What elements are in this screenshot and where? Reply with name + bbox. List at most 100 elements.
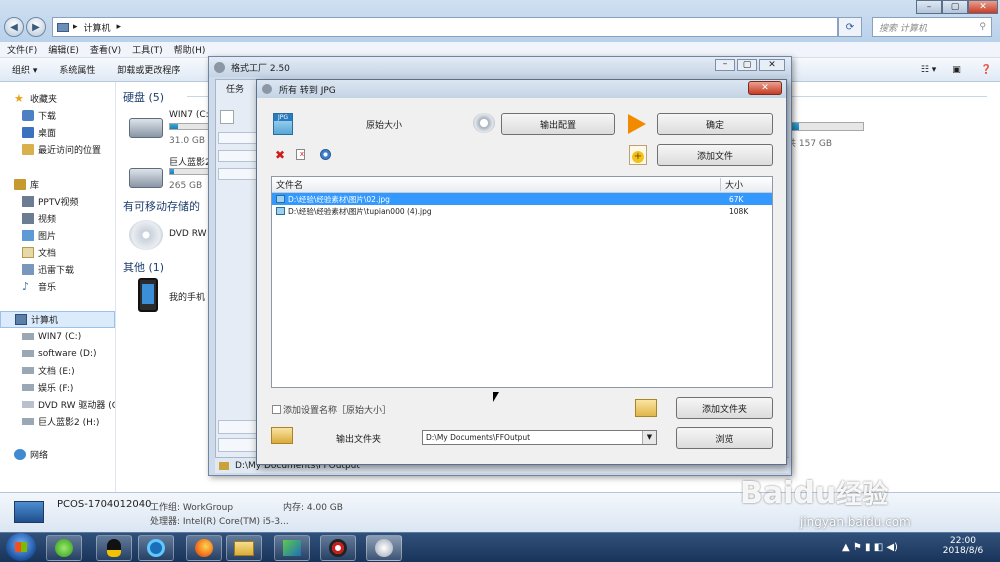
sidebar-item-network[interactable]: 网络 — [0, 446, 115, 463]
output-folder-select[interactable]: D:\My Documents\FFOutput ▼ — [422, 430, 657, 445]
phone-label[interactable]: 我的手机 — [169, 290, 205, 303]
ff-category-audio[interactable] — [218, 150, 258, 162]
add-setting-name-option[interactable]: 添加设置名称［原始大小］ — [272, 403, 391, 416]
sidebar-item-recent[interactable]: 最近访问的位置 — [0, 141, 115, 158]
sidebar-item-computer[interactable]: 计算机 — [0, 311, 115, 328]
tray-icons[interactable]: ▲ ⚑ ▮ ◧ ◀) — [842, 542, 898, 553]
menu-help[interactable]: 帮助(H) — [174, 43, 206, 56]
file-list[interactable]: 文件名 大小 D:\经验\经验素材\图片\02.jpg 67K D:\经验\经验… — [271, 176, 773, 388]
group-removable[interactable]: 有可移动存储的 — [123, 198, 200, 214]
checkbox[interactable] — [272, 405, 281, 414]
sidebar-item-videos[interactable]: 视频 — [0, 210, 115, 227]
sidebar-item-music[interactable]: ♪ 音乐 — [0, 278, 115, 295]
sidebar-item-drive-g[interactable]: DVD RW 驱动器 (G — [0, 396, 115, 413]
sidebar-item-thunder[interactable]: 迅雷下载 — [0, 261, 115, 278]
sidebar-item-drive-h[interactable]: 巨人蓝影2 (H:) — [0, 413, 115, 430]
sidebar-item-drive-e[interactable]: 文档 (E:) — [0, 362, 115, 379]
taskbar-qq-button[interactable] — [96, 535, 132, 561]
menu-tools[interactable]: 工具(T) — [132, 43, 163, 56]
drive-c-name[interactable]: WIN7 (C: — [169, 110, 209, 120]
output-config-button[interactable]: 输出配置 — [501, 113, 615, 135]
ff-maximize-button[interactable]: ▢ — [737, 59, 757, 71]
add-folder-button[interactable]: 添加文件夹 — [676, 397, 773, 419]
sidebar-item-documents[interactable]: 文档 — [0, 244, 115, 261]
sidebar-item-downloads[interactable]: 下载 — [0, 107, 115, 124]
dialog-close-button[interactable]: ✕ — [748, 81, 782, 95]
file-name: D:\经验\经验素材\图片\02.jpg — [288, 194, 390, 204]
drive-h-name[interactable]: 巨人蓝影2 — [169, 155, 211, 168]
taskbar-app-button[interactable] — [274, 535, 310, 561]
menu-edit[interactable]: 编辑(E) — [48, 43, 79, 56]
taskbar-recorder-button[interactable] — [320, 535, 356, 561]
organize-button[interactable]: 组织 ▾ — [12, 63, 37, 76]
ff-close-button[interactable]: ✕ — [759, 59, 785, 71]
group-other[interactable]: 其他 (1) — [123, 259, 164, 275]
sidebar-item-pictures[interactable]: 图片 — [0, 227, 115, 244]
view-options-icon[interactable]: ☷ ▾ — [921, 65, 936, 75]
address-bar[interactable]: ▸ 计算机 ▸ — [52, 17, 838, 37]
help-icon[interactable]: ❓ — [981, 65, 992, 75]
ff-category-picture[interactable] — [218, 168, 258, 180]
breadcrumb-chevron-icon[interactable]: ▸ — [117, 22, 122, 32]
start-button[interactable] — [6, 533, 36, 561]
ok-button[interactable]: 确定 — [657, 113, 773, 135]
column-size[interactable]: 大小 — [721, 178, 743, 191]
taskbar-firefox-button[interactable] — [186, 535, 222, 561]
forward-button[interactable]: ▶ — [26, 17, 46, 37]
output-folder-icon — [271, 427, 293, 444]
taskbar-player-button[interactable] — [138, 535, 174, 561]
taskbar-formatfactory-button[interactable] — [366, 535, 402, 561]
ff-category-video[interactable] — [218, 132, 258, 144]
delete-icon[interactable]: ✖ — [275, 148, 285, 162]
maximize-button[interactable]: ▢ — [942, 0, 968, 14]
ff-minimize-button[interactable]: – — [715, 59, 735, 71]
preview-pane-icon[interactable]: ▣ — [952, 65, 961, 75]
file-row[interactable]: D:\经验\经验素材\图片\tupian000 (4).jpg 108K — [272, 205, 772, 217]
sidebar-item-desktop[interactable]: 桌面 — [0, 124, 115, 141]
ff-category-advanced[interactable] — [218, 438, 258, 452]
browse-button[interactable]: 浏览 — [676, 427, 773, 449]
group-hard-disks[interactable]: 硬盘 (5) — [123, 89, 164, 105]
computer-icon — [57, 22, 69, 32]
ff-task-tab[interactable]: 任务 — [216, 80, 258, 95]
arrow-right-icon: ▶ — [32, 21, 40, 33]
breadcrumb-computer[interactable]: 计算机 — [84, 21, 111, 34]
clock-date: 2018/8/6 — [942, 546, 984, 556]
sidebar-item-drive-f[interactable]: 娱乐 (F:) — [0, 379, 115, 396]
file-row-selected[interactable]: D:\经验\经验素材\图片\02.jpg 67K — [272, 193, 772, 205]
menu-view[interactable]: 查看(V) — [90, 43, 121, 56]
clock[interactable]: 22:00 2018/8/6 — [938, 536, 988, 556]
system-properties-button[interactable]: 系统属性 — [59, 63, 95, 76]
add-file-button[interactable]: 添加文件 — [657, 144, 773, 166]
firefox-icon — [195, 539, 213, 557]
sidebar-item-pptv[interactable]: PPTV视频 — [0, 193, 115, 210]
close-icon: ✕ — [979, 2, 987, 12]
close-icon: ✕ — [768, 60, 776, 70]
drive-c-usage-fill — [170, 124, 178, 129]
minimize-button[interactable]: – — [916, 0, 942, 14]
play-icon[interactable] — [320, 149, 331, 160]
libraries-header[interactable]: 库 — [0, 176, 115, 193]
ff-task-panel: 任务 — [215, 79, 259, 461]
menu-file[interactable]: 文件(F) — [7, 43, 37, 56]
breadcrumb-separator-icon: ▸ — [73, 22, 78, 32]
uninstall-program-button[interactable]: 卸载或更改程序 — [117, 63, 180, 76]
ff-category-rom[interactable] — [218, 420, 258, 434]
output-folder-label: 输出文件夹 — [336, 435, 382, 445]
sidebar-item-drive-d[interactable]: software (D:) — [0, 345, 115, 362]
ff-document-icon — [220, 110, 234, 124]
search-input[interactable]: 搜索 计算机 ⚲ — [872, 17, 992, 37]
dvd-drive-icon — [22, 401, 34, 408]
column-filename[interactable]: 文件名 — [272, 178, 721, 191]
chevron-down-icon[interactable]: ▼ — [642, 431, 656, 444]
favorites-header[interactable]: ★ 收藏夹 — [0, 90, 115, 107]
clear-list-icon[interactable]: x — [296, 149, 305, 160]
refresh-button[interactable]: ⟳ — [838, 17, 862, 37]
close-button[interactable]: ✕ — [968, 0, 998, 14]
back-button[interactable]: ◀ — [4, 17, 24, 37]
sidebar-item-drive-c[interactable]: WIN7 (C:) — [0, 328, 115, 345]
taskbar-360-button[interactable] — [46, 535, 82, 561]
drive-h-size: 265 GB — [169, 181, 203, 191]
dvd-drive-label[interactable]: DVD RW — [169, 229, 207, 239]
taskbar-explorer-button[interactable] — [226, 535, 262, 561]
